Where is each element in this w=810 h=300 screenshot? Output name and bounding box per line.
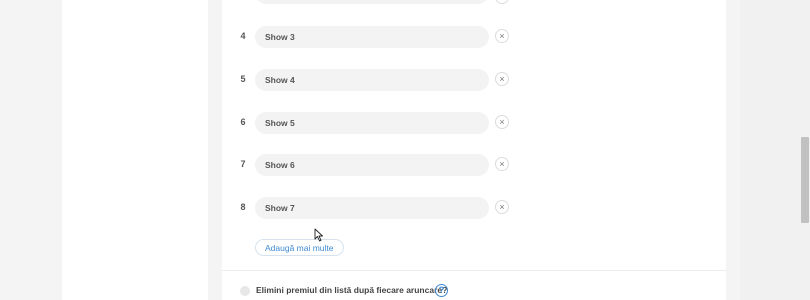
prize-field[interactable]: Show 5 [255,112,489,134]
radio-button[interactable] [240,286,250,296]
remove-row-button[interactable]: × [495,29,509,43]
add-more-button[interactable]: Adaugă mai multe [255,239,344,256]
help-icon[interactable]: ? [435,284,448,297]
right-strip [740,0,800,300]
page: 4 Show 3 × 5 Show 4 × 6 Show 5 × 7 Show … [0,0,810,300]
row-number: 5 [240,74,246,84]
remove-row-button[interactable]: × [495,72,509,86]
prize-field[interactable]: Show 3 [255,26,489,48]
prize-row: 8 Show 7 × [222,197,726,221]
remove-row-button[interactable]: × [495,115,509,129]
row-number: 8 [240,202,246,212]
remove-row-button[interactable]: × [495,200,509,214]
section-divider [222,270,726,271]
prize-field[interactable]: Show 6 [255,154,489,176]
row-number: 4 [240,31,246,41]
left-panel [62,0,208,300]
remove-row-button[interactable]: × [495,157,509,171]
prize-row: 7 Show 6 × [222,154,726,178]
prize-row: 5 Show 4 × [222,69,726,93]
prize-field[interactable]: Show 4 [255,69,489,91]
option-label: Elimini premiul din listă după fiecare a… [256,285,448,295]
scrollbar-thumb[interactable] [801,137,809,223]
prize-field[interactable]: Show 7 [255,197,489,219]
prize-field-partial[interactable] [255,0,489,4]
prize-row: 4 Show 3 × [222,26,726,50]
row-number: 6 [240,117,246,127]
prize-row: 6 Show 5 × [222,112,726,136]
row-number: 7 [240,159,246,169]
mouse-cursor-icon [314,228,323,242]
